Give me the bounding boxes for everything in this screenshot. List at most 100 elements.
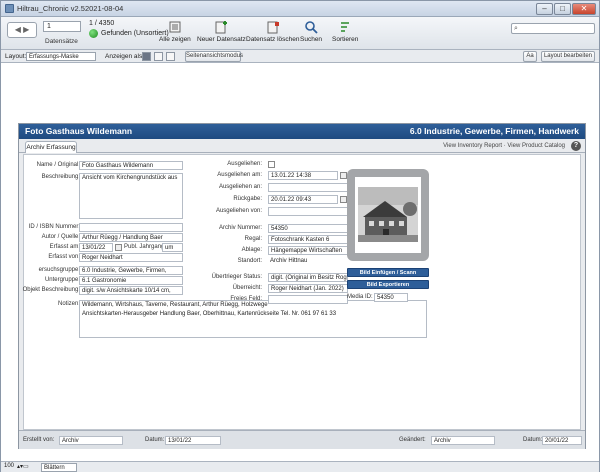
notes-label: Notizen: [57, 301, 80, 307]
lent-on-field[interactable]: 13.01.22 14:38 [268, 171, 338, 180]
shelf-field[interactable]: Hängemappe Wirtschaften [268, 246, 348, 255]
toolbar: ◀ ▶ 1 Datensätze 1 / 4350 Gefunden (Unso… [1, 17, 599, 50]
return-field[interactable]: 20.01.22 09:43 [268, 195, 338, 204]
footer-created-by-label: Erstellt von: [23, 437, 55, 443]
app-window: Hiltrau_Chronic v2.52021-08-04 – □ ✕ ◀ ▶… [0, 0, 600, 472]
sort-label: Sortieren [332, 36, 359, 43]
delete-record-button[interactable]: Datensatz löschen [246, 20, 299, 43]
report-links[interactable]: View Inventory Report · View Product Cat… [443, 143, 565, 149]
created-label: Erfasst am: [49, 244, 80, 250]
lent-checkbox[interactable] [268, 161, 275, 168]
lent-to-field[interactable] [268, 183, 348, 192]
shelf-label: Ablage: [241, 247, 262, 253]
author-label: Autor / Quelle: [41, 234, 80, 240]
notes-field[interactable]: Wildemann, Wirtshaus, Taverne, Restauran… [79, 300, 427, 338]
record-card: Foto Gasthaus Wildemann 6.0 Industrie, G… [18, 123, 586, 449]
delete-record-icon [267, 21, 279, 34]
list-view-button[interactable] [154, 52, 163, 61]
preview-mode-button[interactable]: Seitenansichtsmodus [185, 51, 243, 62]
record-title: Foto Gasthaus Wildemann [25, 126, 133, 136]
maximize-button[interactable]: □ [554, 3, 571, 15]
subgroup-field[interactable]: 6.1 Gastronomie [79, 276, 183, 285]
card-footer: Erstellt von: Archiv Datum: 13/01/22 Geä… [19, 430, 585, 449]
lent-on-label: Ausgeliehen am: [217, 172, 262, 178]
photo-frame [347, 169, 429, 261]
new-record-icon [215, 21, 228, 34]
layout-select[interactable]: Erfassungs-Maske [26, 52, 96, 61]
record-count: 1 / 4350 [89, 20, 115, 27]
record-label: Datensätze [45, 38, 78, 45]
zoom-level[interactable]: 100 [4, 463, 14, 469]
footer-date-label: Datum: [145, 437, 165, 443]
media-id-label: Media ID: [347, 294, 373, 300]
show-all-button[interactable]: Alle zeigen [159, 20, 191, 43]
author-field[interactable]: Arthur Rüegg / Handlung Baer [79, 233, 183, 242]
show-all-icon [169, 21, 181, 33]
record-nav-arrows[interactable]: ◀ ▶ [7, 22, 37, 38]
minimize-button[interactable]: – [536, 3, 553, 15]
notes-line-1: Wildemann, Wirtshaus, Taverne, Restauran… [82, 302, 268, 308]
created-field[interactable]: 13/01/22 [79, 243, 113, 252]
magnifier-icon [305, 21, 318, 34]
group-label: ersuchsgruppe: [38, 267, 80, 273]
new-record-button[interactable]: Neuer Datensatz [197, 20, 246, 43]
transfer-status-field[interactable]: digit. (Original im Besitz Roger [268, 273, 348, 282]
transfer-status-label: Übertrieger Status: [211, 274, 262, 280]
location-value: Archiv Hittnau [270, 258, 308, 264]
text-format-button[interactable]: Aa [523, 51, 537, 62]
form-view-button[interactable] [142, 52, 151, 61]
pub-year-label: Publ. Jahrgang: [124, 244, 167, 250]
tab-archive-entry[interactable]: Archiv Erfassung [25, 141, 77, 153]
created-by-label: Erfasst von: [48, 254, 80, 260]
pub-year-field[interactable]: um [162, 243, 183, 252]
show-all-label: Alle zeigen [159, 36, 191, 43]
zoom-controls-icon[interactable]: ▴▾▭ [17, 463, 29, 470]
object-description-field[interactable]: digit. s/w Ansichtskarte 10/14 cm, [79, 286, 183, 295]
sort-button[interactable]: Sortieren [332, 20, 358, 43]
subgroup-label: Untergruppe: [44, 277, 80, 283]
calendar-icon[interactable] [340, 196, 347, 203]
search-label: Suchen [300, 36, 323, 43]
search-button[interactable]: Suchen [300, 20, 322, 43]
object-description-label: Objekt Beschreibung: [22, 287, 80, 293]
footer-changed-field: Archiv [431, 436, 495, 445]
edit-layout-button[interactable]: Layout bearbeiten [541, 51, 595, 62]
rack-field[interactable]: Fotoschrank Kasten 6 [268, 235, 348, 244]
group-field[interactable]: 6.0 Industrie, Gewerbe, Firmen, [79, 266, 183, 275]
export-image-button[interactable]: Bild Exportieren [347, 280, 429, 289]
media-id-field[interactable]: 54350 [374, 293, 408, 302]
help-icon[interactable]: ? [571, 141, 581, 151]
footer-date-field: 13/01/22 [165, 436, 221, 445]
delete-record-label: Datensatz löschen [246, 36, 300, 43]
lent-by-field[interactable] [268, 207, 348, 216]
insert-image-button[interactable]: Bild Einfügen / Scann ansehen [347, 268, 429, 284]
location-label: Standort: [237, 258, 262, 264]
name-label: Name / Original: [36, 162, 80, 168]
free-field[interactable] [268, 295, 348, 304]
layout-label: Layout: [5, 53, 27, 60]
form-panel: Name / Original: Foto Gasthaus Wildemann… [23, 154, 581, 430]
description-field[interactable]: Ansicht vom Kirchengrundstück aus [79, 173, 183, 219]
new-record-label: Neuer Datensatz [197, 36, 246, 43]
archive-number-field[interactable]: 54350 [268, 224, 348, 233]
handed-over-field[interactable]: Roger Neidhart (Jan. 2022) [268, 284, 348, 293]
mode-select[interactable]: Blättern [41, 463, 77, 472]
layout-bar: Layout: Erfassungs-Maske Anzeigen als: S… [1, 50, 599, 63]
close-button[interactable]: ✕ [572, 3, 596, 15]
footer-created-by-field: Archiv [59, 436, 123, 445]
record-number-input[interactable]: 1 [43, 21, 81, 32]
footer-changed-label: Geändert: [399, 437, 426, 443]
isbn-field[interactable] [79, 223, 183, 232]
table-view-button[interactable] [166, 52, 175, 61]
name-field[interactable]: Foto Gasthaus Wildemann [79, 161, 183, 170]
calendar-icon[interactable] [115, 244, 122, 251]
card-header: Foto Gasthaus Wildemann 6.0 Industrie, G… [19, 124, 585, 139]
quick-search-input[interactable]: ⌕ [511, 23, 595, 34]
title-bar: Hiltrau_Chronic v2.52021-08-04 – □ ✕ [1, 1, 599, 17]
created-by-field[interactable]: Roger Neidhart [79, 253, 183, 262]
rack-label: Regal: [244, 236, 262, 242]
photo-preview[interactable] [355, 177, 421, 253]
photo-image [355, 177, 421, 253]
calendar-icon[interactable] [340, 172, 347, 179]
found-status-icon [89, 29, 98, 38]
